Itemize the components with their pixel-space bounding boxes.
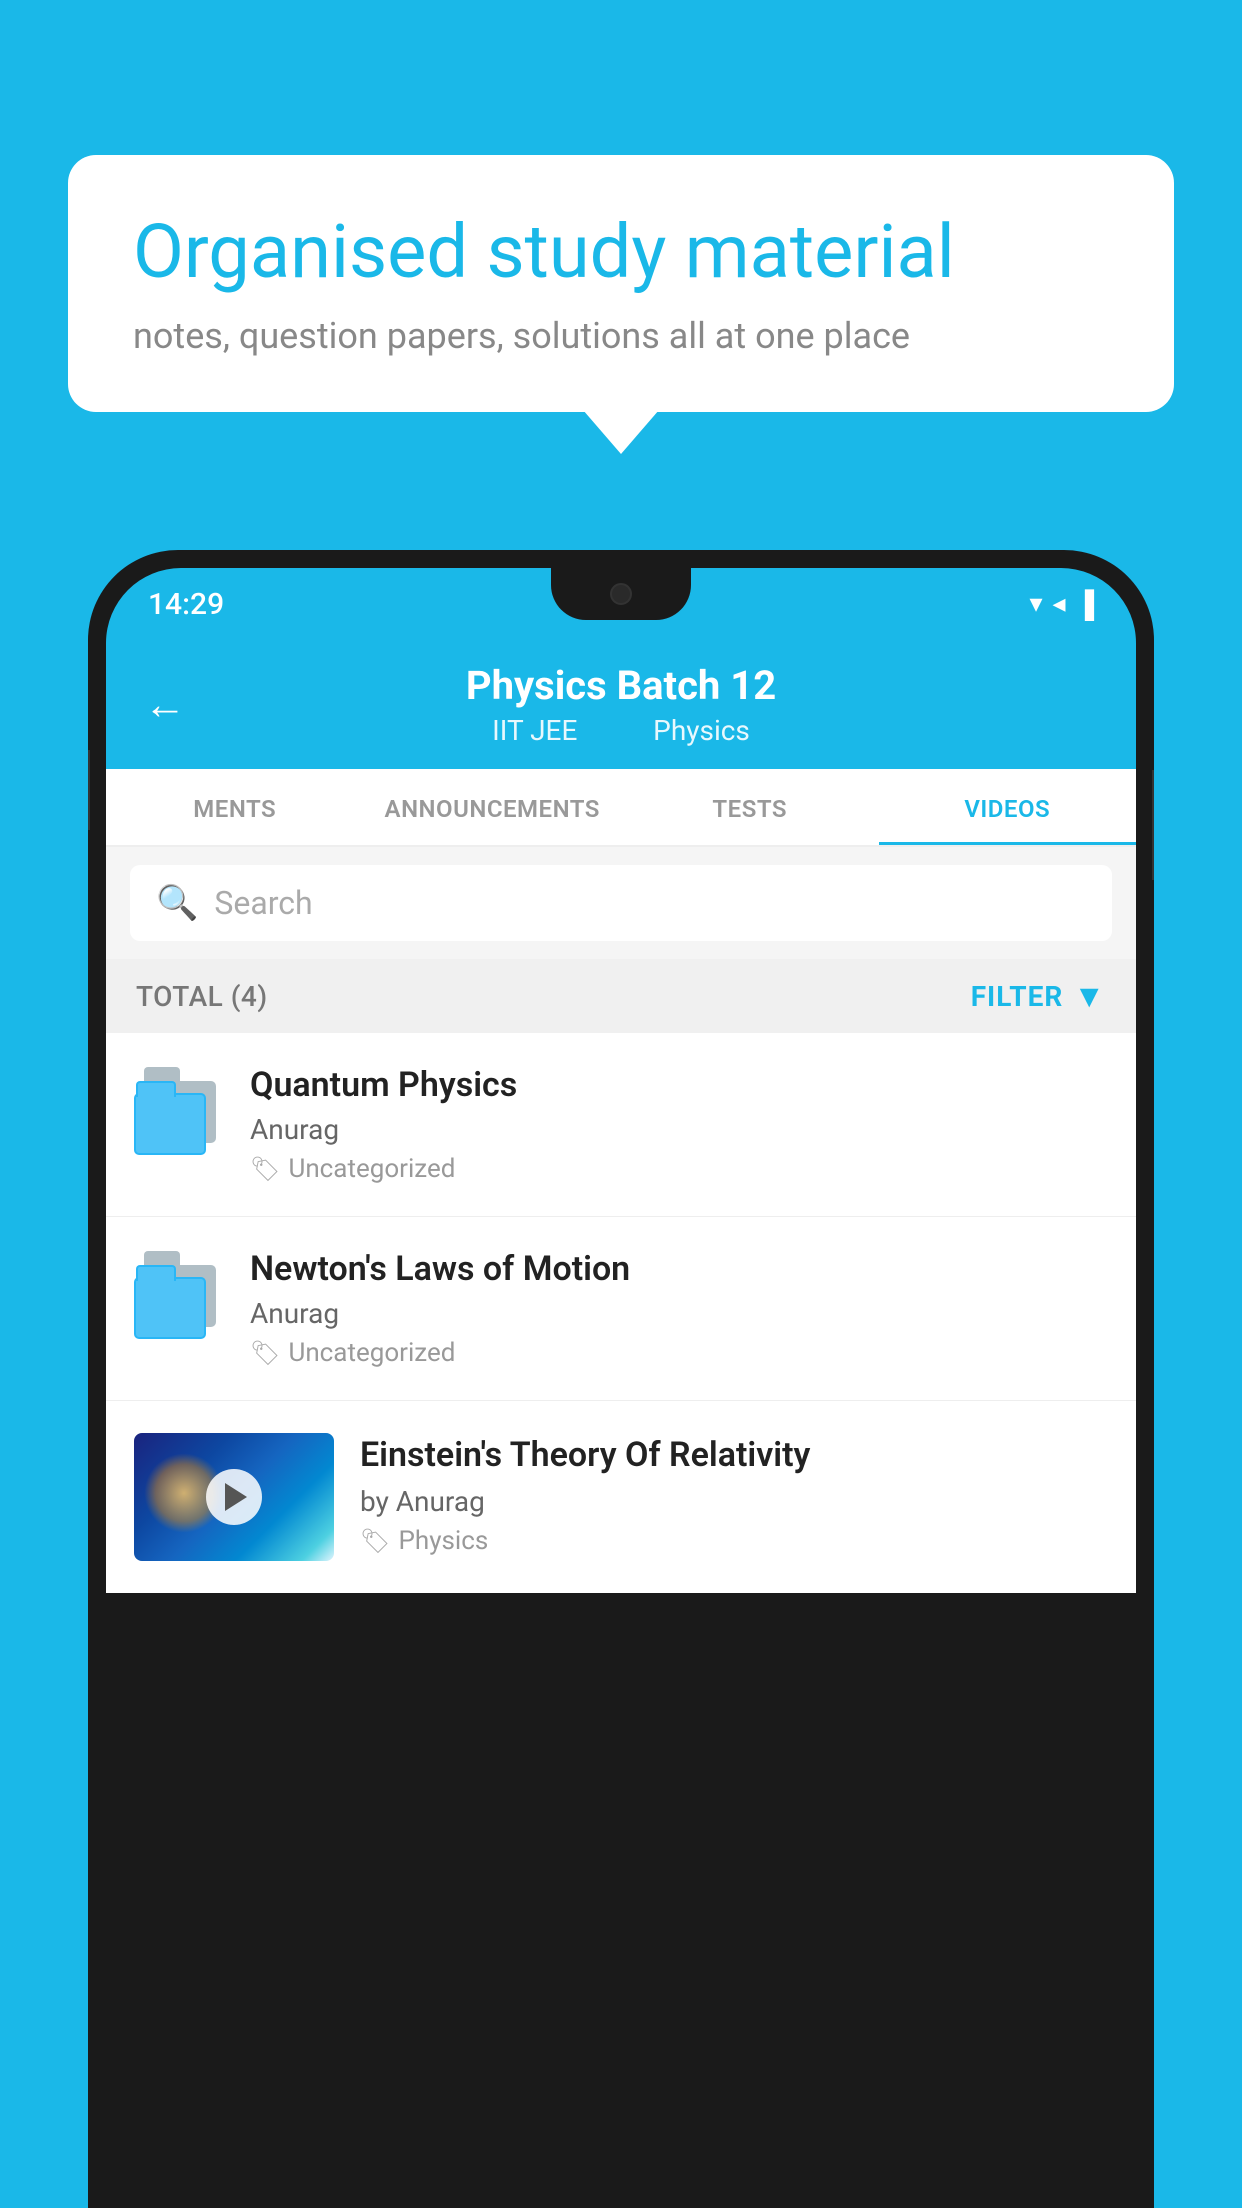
folder-icon-quantum <box>134 1071 224 1161</box>
item-tag-newton: 🏷 Uncategorized <box>250 1338 1108 1368</box>
item-title-newton: Newton's Laws of Motion <box>250 1249 1108 1289</box>
video-list: Quantum Physics Anurag 🏷 Uncategorized <box>106 1033 1136 1593</box>
signal-icon: ◂ <box>1053 589 1066 619</box>
video-thumbnail-einstein <box>134 1433 334 1561</box>
status-bar: 14:29 ▾ ◂ ▐ <box>106 568 1136 640</box>
notch <box>551 568 691 620</box>
tag-icon-quantum: 🏷 <box>250 1155 280 1183</box>
filter-funnel-icon: ▼ <box>1073 977 1106 1015</box>
tag-icon-einstein: 🏷 <box>360 1527 390 1555</box>
item-author-newton: Anurag <box>250 1297 1108 1330</box>
tab-bar: MENTS ANNOUNCEMENTS TESTS VIDEOS <box>106 769 1136 847</box>
search-placeholder-text: Search <box>214 884 312 922</box>
tab-ments[interactable]: MENTS <box>106 769 364 845</box>
speech-bubble-heading: Organised study material <box>133 210 1109 295</box>
search-bar[interactable]: 🔍 Search <box>130 865 1112 941</box>
phone-screen: 14:29 ▾ ◂ ▐ ← Physics Batch 12 IIT JEE P… <box>106 568 1136 2190</box>
speech-bubble: Organised study material notes, question… <box>68 155 1174 412</box>
speech-bubble-subtext: notes, question papers, solutions all at… <box>133 315 1109 357</box>
item-tag-quantum: 🏷 Uncategorized <box>250 1154 1108 1184</box>
play-triangle-icon <box>225 1483 247 1511</box>
status-icons: ▾ ◂ ▐ <box>1029 589 1094 620</box>
folder-icon-newton <box>134 1255 224 1345</box>
filter-button[interactable]: FILTER ▼ <box>971 977 1106 1015</box>
search-icon: 🔍 <box>156 883 198 923</box>
power-button <box>1152 770 1154 880</box>
tab-announcements[interactable]: ANNOUNCEMENTS <box>364 769 622 845</box>
item-content-einstein: Einstein's Theory Of Relativity by Anura… <box>360 1433 1108 1556</box>
filter-row: TOTAL (4) FILTER ▼ <box>106 959 1136 1033</box>
total-count-label: TOTAL (4) <box>136 980 268 1013</box>
item-tag-einstein: 🏷 Physics <box>360 1526 1108 1556</box>
tab-videos[interactable]: VIDEOS <box>879 769 1137 845</box>
back-button[interactable]: ← <box>144 680 186 729</box>
tag-icon-newton: 🏷 <box>250 1339 280 1367</box>
item-content-newton: Newton's Laws of Motion Anurag 🏷 Uncateg… <box>250 1249 1108 1368</box>
phone-frame: 14:29 ▾ ◂ ▐ ← Physics Batch 12 IIT JEE P… <box>88 550 1154 2208</box>
header-title: Physics Batch 12 <box>148 662 1094 709</box>
speech-bubble-card: Organised study material notes, question… <box>68 155 1174 412</box>
app-header: ← Physics Batch 12 IIT JEE Physics <box>106 640 1136 769</box>
header-subtitle-physics: Physics <box>653 714 750 747</box>
camera-cutout <box>610 583 632 605</box>
list-item[interactable]: Newton's Laws of Motion Anurag 🏷 Uncateg… <box>106 1217 1136 1401</box>
item-author-einstein: by Anurag <box>360 1485 1108 1518</box>
status-time: 14:29 <box>148 587 224 622</box>
item-title-quantum: Quantum Physics <box>250 1065 1108 1105</box>
battery-icon: ▐ <box>1076 589 1094 620</box>
item-content-quantum: Quantum Physics Anurag 🏷 Uncategorized <box>250 1065 1108 1184</box>
header-subtitle: IIT JEE Physics <box>148 714 1094 747</box>
wifi-icon: ▾ <box>1029 589 1042 619</box>
header-subtitle-iitjee: IIT JEE <box>492 714 577 747</box>
list-item[interactable]: Quantum Physics Anurag 🏷 Uncategorized <box>106 1033 1136 1217</box>
play-button[interactable] <box>206 1469 262 1525</box>
list-item[interactable]: Einstein's Theory Of Relativity by Anura… <box>106 1401 1136 1593</box>
tab-tests[interactable]: TESTS <box>621 769 879 845</box>
filter-label: FILTER <box>971 980 1064 1013</box>
item-title-einstein: Einstein's Theory Of Relativity <box>360 1433 1108 1477</box>
header-subtitle-sep <box>608 714 629 747</box>
item-author-quantum: Anurag <box>250 1113 1108 1146</box>
search-bar-wrapper: 🔍 Search <box>106 847 1136 959</box>
volume-button <box>88 750 90 830</box>
